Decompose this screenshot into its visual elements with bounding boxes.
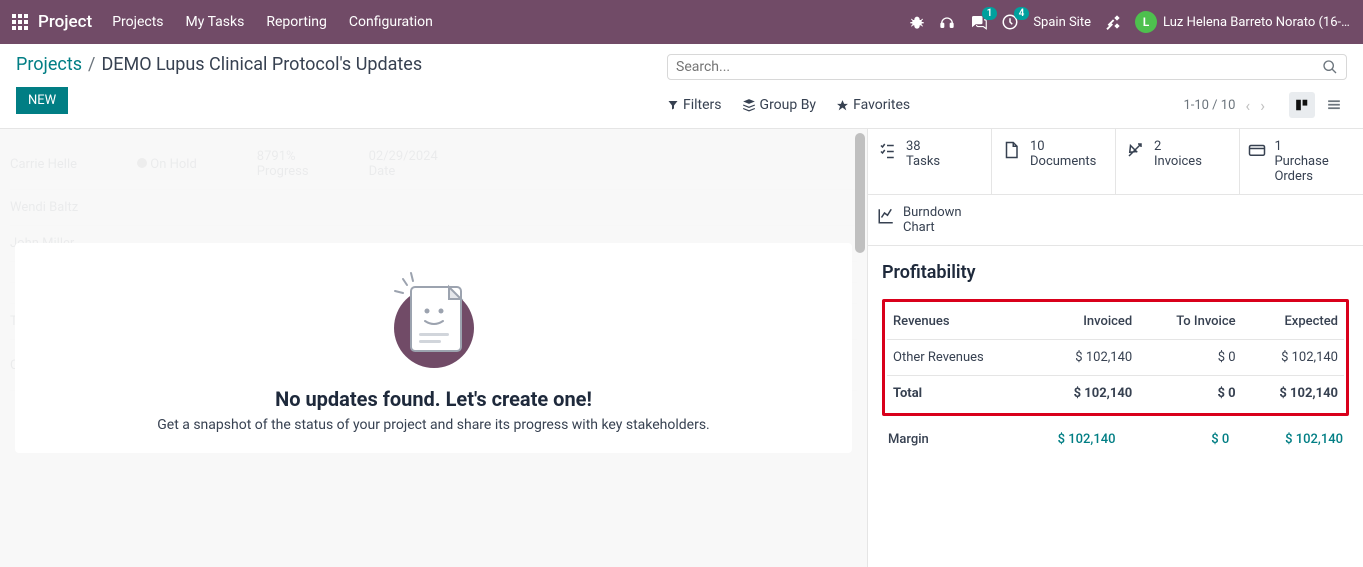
empty-title: No updates found. Let's create one! — [45, 387, 822, 411]
groupby-button[interactable]: Group By — [742, 97, 817, 113]
col-to-invoice: To Invoice — [1138, 304, 1241, 340]
pager-next-icon[interactable]: › — [1260, 96, 1265, 115]
search-input[interactable] — [676, 59, 1322, 75]
pager-text[interactable]: 1-10 / 10 — [1183, 98, 1235, 113]
col-expected: Expected — [1242, 304, 1344, 340]
margin-expected[interactable]: $ 102,140 — [1229, 432, 1343, 447]
stat-invoices[interactable]: 2Invoices — [1116, 129, 1240, 194]
support-icon[interactable] — [939, 14, 955, 30]
search-icon[interactable] — [1322, 59, 1338, 75]
search-bar[interactable] — [667, 54, 1347, 80]
apps-icon[interactable] — [10, 12, 30, 32]
empty-subtitle: Get a snapshot of the status of your pro… — [45, 417, 822, 433]
stat-row-1: 38Tasks 10Documents 2Invoices 1Purchase … — [868, 129, 1363, 195]
col-revenues: Revenues — [887, 304, 1036, 340]
new-button[interactable]: NEW — [16, 87, 68, 114]
invoices-icon — [1124, 139, 1146, 159]
stat-row-2: Burndown Chart — [868, 195, 1363, 246]
breadcrumb-root[interactable]: Projects — [16, 54, 82, 75]
user-menu[interactable]: L Luz Helena Barreto Norato (16-sweet-b.… — [1135, 11, 1353, 33]
margin-label: Margin — [888, 432, 1002, 447]
breadcrumb-separator: / — [88, 54, 95, 75]
activities-badge: 4 — [1014, 7, 1030, 20]
site-label[interactable]: Spain Site — [1033, 15, 1091, 30]
update-list-area: Carrie Helle On Hold8791%Progress02/29/2… — [0, 129, 868, 567]
activities-icon[interactable]: 4 — [1001, 13, 1019, 31]
row-total: Total $ 102,140 $ 0 $ 102,140 — [887, 376, 1344, 412]
profitability-section: Profitability Revenues Invoiced To Invoi… — [868, 246, 1363, 479]
purchase-orders-icon — [1248, 139, 1266, 159]
margin-invoiced[interactable]: $ 102,140 — [1002, 432, 1116, 447]
col-invoiced: Invoiced — [1036, 304, 1138, 340]
tasks-icon — [876, 139, 898, 159]
nav-configuration[interactable]: Configuration — [349, 14, 433, 30]
nav-projects[interactable]: Projects — [112, 14, 163, 30]
stat-burndown[interactable]: Burndown Chart — [868, 195, 992, 245]
profitability-title: Profitability — [882, 262, 1349, 283]
favorites-button[interactable]: Favorites — [836, 97, 910, 113]
row-other-revenues[interactable]: Other Revenues $ 102,140 $ 0 $ 102,140 — [887, 340, 1344, 376]
breadcrumb: Projects / DEMO Lupus Clinical Protocol'… — [16, 54, 667, 75]
list-view-icon[interactable] — [1321, 92, 1347, 118]
empty-state: No updates found. Let's create one! Get … — [15, 243, 852, 453]
profitability-table: Revenues Invoiced To Invoice Expected Ot… — [887, 304, 1344, 411]
user-avatar: L — [1135, 11, 1157, 33]
messaging-icon[interactable]: 1 — [969, 13, 987, 31]
stat-purchase-orders[interactable]: 1Purchase Orders — [1240, 129, 1363, 194]
burndown-icon — [876, 205, 895, 225]
pager-prev-icon[interactable]: ‹ — [1245, 96, 1250, 115]
margin-to-invoice[interactable]: $ 0 — [1116, 432, 1230, 447]
stat-documents[interactable]: 10Documents — [992, 129, 1116, 194]
side-panel: 38Tasks 10Documents 2Invoices 1Purchase … — [868, 129, 1363, 567]
tools-icon[interactable] — [1105, 14, 1121, 30]
pager: 1-10 / 10 ‹ › — [1183, 92, 1347, 118]
bug-icon[interactable] — [909, 14, 925, 30]
scrollbar[interactable] — [855, 133, 865, 563]
control-row: Filters Group By Favorites 1-10 / 10 ‹ › — [667, 86, 1347, 128]
topbar: Project Projects My Tasks Reporting Conf… — [0, 0, 1363, 44]
filters-button[interactable]: Filters — [667, 97, 722, 113]
documents-icon — [1000, 139, 1022, 159]
breadcrumb-current: DEMO Lupus Clinical Protocol's Updates — [101, 54, 422, 75]
main-area: Carrie Helle On Hold8791%Progress02/29/2… — [0, 128, 1363, 567]
stat-tasks[interactable]: 38Tasks — [868, 129, 992, 194]
app-brand[interactable]: Project — [38, 12, 92, 32]
header-row: Projects / DEMO Lupus Clinical Protocol'… — [0, 44, 1363, 128]
kanban-view-icon[interactable] — [1289, 92, 1315, 118]
messaging-badge: 1 — [982, 7, 998, 20]
revenues-highlight-box: Revenues Invoiced To Invoice Expected Ot… — [882, 299, 1349, 416]
empty-document-icon — [379, 263, 489, 373]
nav-my-tasks[interactable]: My Tasks — [186, 14, 245, 30]
margin-row: Margin $ 102,140 $ 0 $ 102,140 — [882, 416, 1349, 463]
nav-reporting[interactable]: Reporting — [266, 14, 327, 30]
user-name: Luz Helena Barreto Norato (16-sweet-b... — [1163, 15, 1353, 30]
